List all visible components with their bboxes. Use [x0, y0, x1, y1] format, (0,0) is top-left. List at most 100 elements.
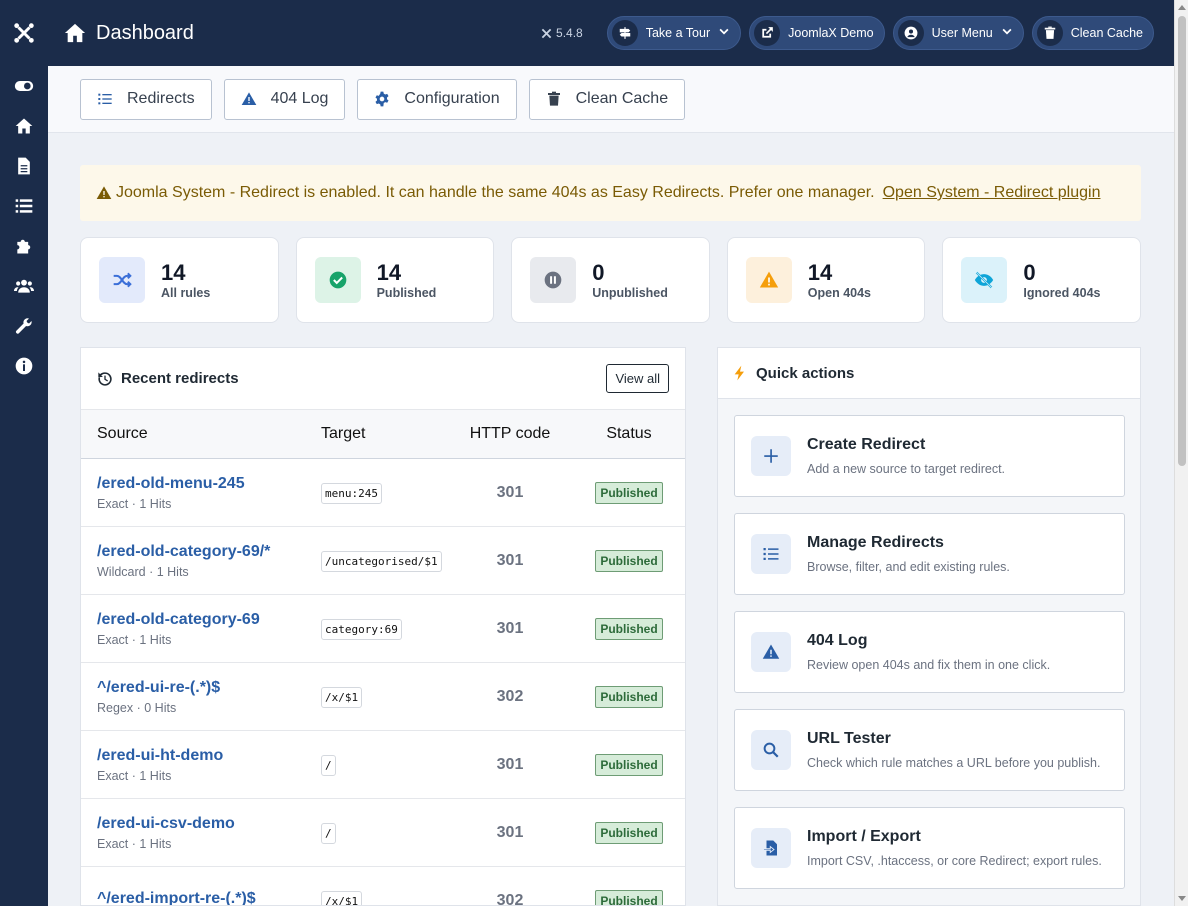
clean-cache-header-button[interactable]: Clean Cache: [1031, 16, 1154, 50]
source-link[interactable]: /ered-old-category-69: [97, 611, 307, 629]
scroll-down-arrow[interactable]: [1178, 896, 1186, 901]
source-link[interactable]: /ered-old-menu-245: [97, 475, 307, 493]
redirects-button[interactable]: Redirects: [80, 78, 212, 120]
quick-action-desc: Browse, filter, and edit existing rules.: [807, 560, 1010, 574]
sidebar-toggle-icon[interactable]: [0, 66, 48, 106]
column-target[interactable]: Target: [307, 425, 447, 443]
version-label: 5.4.8: [541, 26, 583, 40]
cell-status: Published: [573, 617, 685, 640]
source-link[interactable]: /ered-old-category-69/*: [97, 543, 307, 561]
quick-action-404-log[interactable]: 404 Log Review open 404s and fix them in …: [734, 611, 1125, 693]
sidebar: [0, 0, 48, 906]
cell-source: /ered-ui-ht-demo Exact · 1 Hits: [81, 747, 307, 783]
joomla-logo-icon[interactable]: [0, 0, 48, 66]
check-circle-icon: [314, 257, 361, 303]
http-code: 302: [496, 687, 524, 705]
joomlax-demo-button[interactable]: JoomlaX Demo: [749, 16, 885, 50]
home-icon: [64, 23, 86, 43]
quick-action-desc: Review open 404s and fix them in one cli…: [807, 658, 1051, 672]
http-code: 301: [496, 483, 524, 501]
target-code: /: [321, 822, 336, 844]
quick-actions-title: Quick actions: [756, 364, 855, 382]
page-scrollbar[interactable]: [1174, 0, 1188, 906]
column-source[interactable]: Source: [81, 425, 307, 443]
stat-ignored-404s[interactable]: 0 Ignored 404s: [942, 237, 1141, 323]
status-badge[interactable]: Published: [595, 549, 663, 572]
cell-target: menu:245: [307, 482, 447, 504]
warning-icon: [96, 186, 112, 199]
users-icon[interactable]: [0, 266, 48, 306]
source-link[interactable]: /ered-ui-csv-demo: [97, 815, 307, 833]
search-icon: [751, 730, 791, 770]
http-code: 301: [496, 755, 524, 773]
open-plugin-link[interactable]: Open System - Redirect plugin: [883, 184, 1101, 202]
table-row: /ered-old-category-69 Exact · 1 Hits categ…: [81, 595, 685, 663]
cell-http-code: 302: [447, 892, 573, 906]
quick-action-create-redirect[interactable]: Create Redirect Add a new source to targe…: [734, 415, 1125, 497]
take-a-tour-button[interactable]: Take a Tour: [606, 16, 742, 50]
panel-header: Recent redirects View all: [81, 348, 685, 410]
clean-cache-button[interactable]: Clean Cache: [528, 78, 686, 120]
wrench-icon[interactable]: [0, 306, 48, 346]
404-log-button[interactable]: 404 Log: [223, 78, 346, 120]
alert-text: Joomla System - Redirect is enabled. It …: [116, 184, 875, 201]
cell-status: Published: [573, 481, 685, 504]
source-link[interactable]: ^/ered-ui-re-(.*)$: [97, 679, 307, 697]
scroll-thumb[interactable]: [1178, 16, 1186, 466]
list-icon[interactable]: [0, 186, 48, 226]
target-code: /uncategorised/$1: [321, 550, 442, 572]
stat-unpublished[interactable]: 0 Unpublished: [511, 237, 710, 323]
quick-action-manage-redirects[interactable]: Manage Redirects Browse, filter, and edit…: [734, 513, 1125, 595]
chevron-down-icon: [718, 26, 730, 41]
quick-action-import-export[interactable]: Import / Export Import CSV, .htaccess, or…: [734, 807, 1125, 889]
user-menu-button[interactable]: User Menu: [892, 16, 1024, 50]
panel-title: Recent redirects: [121, 370, 239, 387]
source-link[interactable]: /ered-ui-ht-demo: [97, 747, 307, 765]
stat-all-rules[interactable]: 14 All rules: [80, 237, 279, 323]
header: Dashboard 5.4.8 Take a Tour JoomlaX Demo…: [48, 0, 1174, 66]
source-meta: Exact · 1 Hits: [97, 632, 172, 647]
scroll-up-arrow[interactable]: [1178, 5, 1186, 10]
shuffle-icon: [99, 257, 145, 303]
home-icon[interactable]: [0, 106, 48, 146]
target-code: /x/$1: [321, 890, 363, 905]
quick-actions-panel: Quick actions Create Redirect Add a new s…: [717, 347, 1141, 906]
view-all-button[interactable]: View all: [606, 364, 669, 393]
bolt-icon: [734, 365, 744, 381]
source-link[interactable]: ^/ered-import-re-(.*)$: [97, 890, 307, 906]
puzzle-icon[interactable]: [0, 226, 48, 266]
signpost-icon: [611, 20, 638, 46]
quick-action-title: 404 Log: [807, 632, 868, 649]
stat-published[interactable]: 14 Published: [295, 237, 495, 323]
cell-target: category:69: [307, 618, 447, 640]
configuration-button[interactable]: Configuration: [357, 78, 517, 120]
toolbar: Redirects 404 Log Configuration Clean Ca…: [48, 66, 1174, 133]
status-badge[interactable]: Published: [595, 617, 663, 640]
page-title: Dashboard: [64, 22, 194, 45]
file-icon[interactable]: [0, 146, 48, 186]
user-icon: [897, 20, 924, 46]
status-badge[interactable]: Published: [595, 685, 663, 708]
cell-http-code: 301: [447, 484, 573, 502]
list-icon: [751, 534, 791, 574]
column-status[interactable]: Status: [573, 425, 685, 443]
plus-icon: [751, 436, 791, 476]
history-icon: [98, 371, 112, 386]
system-redirect-alert: Joomla System - Redirect is enabled. It …: [80, 165, 1141, 221]
warning-icon: [745, 257, 792, 303]
quick-action-desc: Import CSV, .htaccess, or core Redirect;…: [807, 854, 1102, 868]
cell-http-code: 301: [447, 552, 573, 570]
status-badge[interactable]: Published: [595, 753, 663, 776]
quick-action-desc: Check which rule matches a URL before yo…: [807, 756, 1101, 770]
status-badge[interactable]: Published: [595, 481, 663, 504]
eye-slash-icon: [961, 257, 1008, 303]
http-code: 301: [496, 619, 524, 637]
table-header: Source Target HTTP code Status: [81, 410, 685, 459]
status-badge[interactable]: Published: [595, 821, 663, 844]
info-icon[interactable]: [0, 346, 48, 386]
status-badge[interactable]: Published: [595, 889, 663, 905]
quick-action-url-tester[interactable]: URL Tester Check which rule matches a URL…: [734, 709, 1125, 791]
table-row: /ered-old-menu-245 Exact · 1 Hits menu:245…: [81, 459, 685, 527]
stat-open-404s[interactable]: 14 Open 404s: [726, 237, 926, 323]
column-http-code[interactable]: HTTP code: [447, 425, 573, 443]
